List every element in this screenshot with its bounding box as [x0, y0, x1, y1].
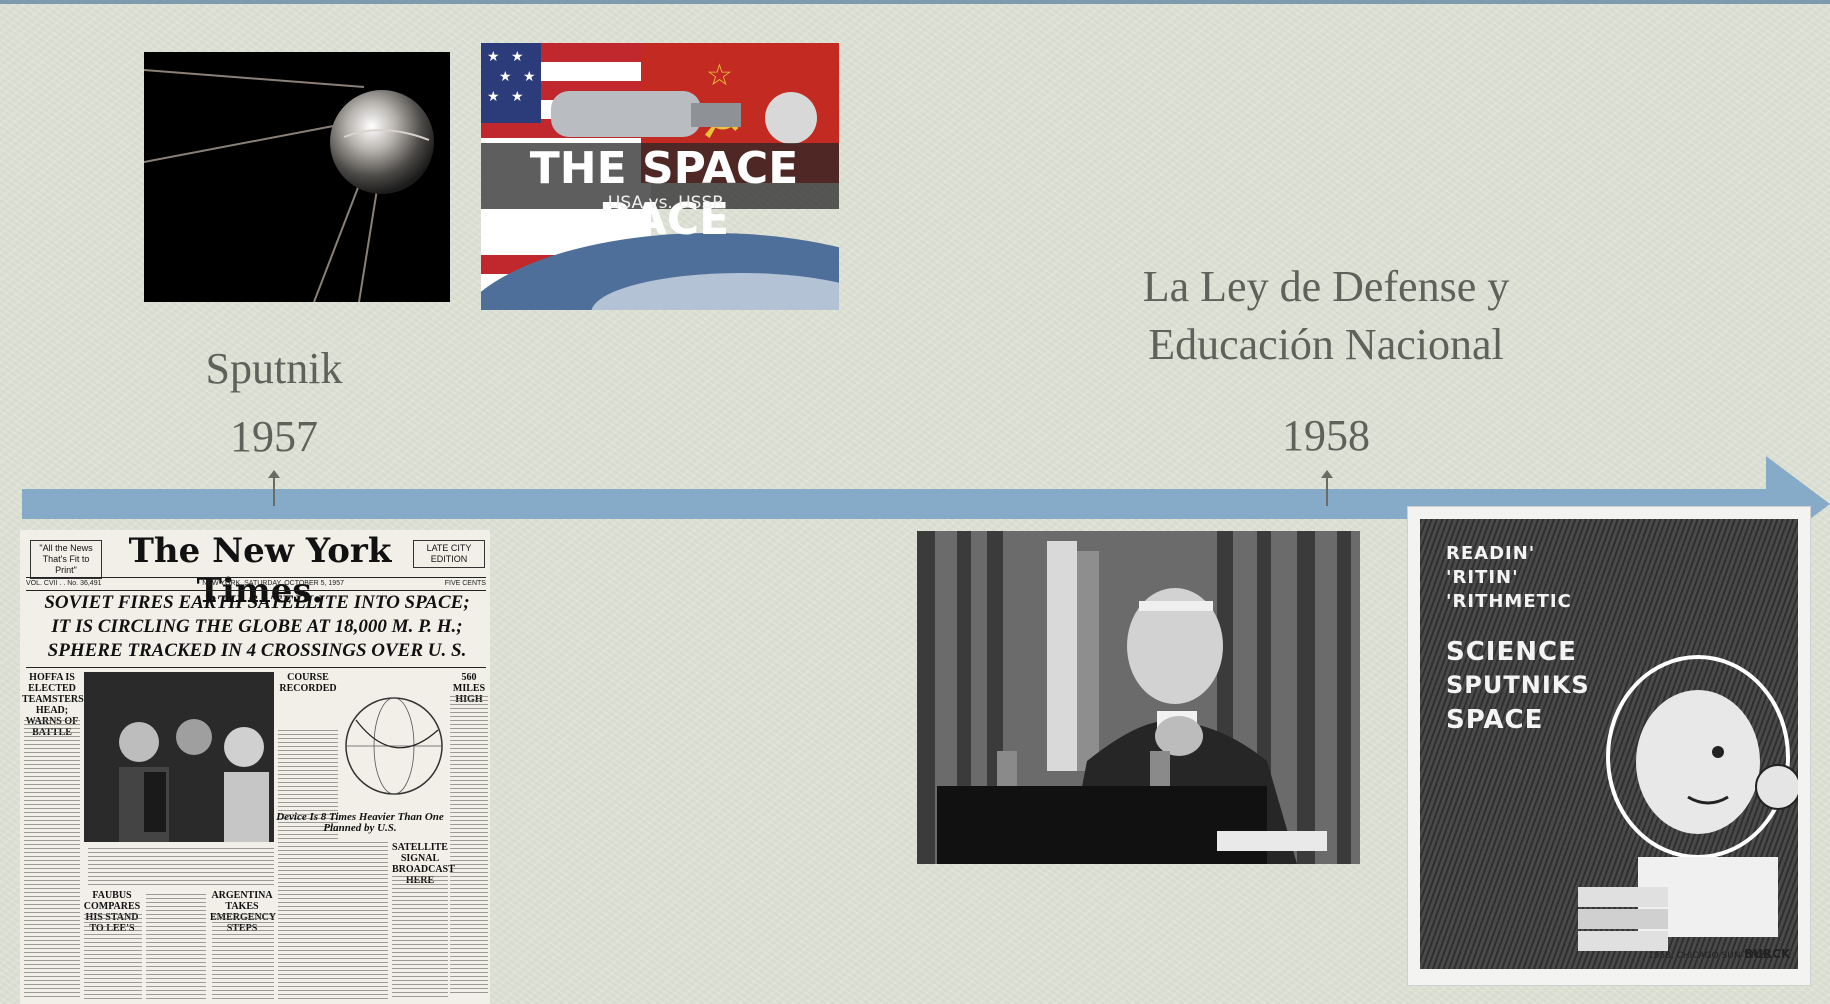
- svg-text:★: ★: [499, 69, 512, 85]
- space-race-image: ★★ ★★ ★★ ☆ ☭ THE SPACE RACE USA vs. USSR: [481, 43, 839, 310]
- ndea-year: 1958: [1282, 411, 1370, 460]
- ndea-title: La Ley de Defense y Educación Nacional: [1143, 258, 1509, 374]
- ndea-title-line1: La Ley de Defense y: [1142, 262, 1510, 311]
- svg-text:★: ★: [523, 69, 536, 85]
- cartoon-signature: BURCK: [1744, 947, 1791, 961]
- cartoon-line-5: SPUTNIKS: [1446, 671, 1590, 699]
- subhead-device: Device Is 8 Times Heavier Than One Plann…: [276, 811, 444, 834]
- dateline-right: FIVE CENTS: [444, 580, 486, 587]
- sputnik-image: [144, 52, 450, 302]
- cartoon-line-3: 'RITHMETIC: [1446, 591, 1572, 612]
- newspaper-globe-map: [342, 680, 446, 810]
- svg-text:☆: ☆: [706, 58, 733, 93]
- svg-text:★: ★: [511, 49, 524, 65]
- dateline-center: NEW YORK, SATURDAY, OCTOBER 5, 1957: [202, 580, 344, 587]
- newspaper-image: "All the News That's Fit to Print" The N…: [20, 530, 490, 1004]
- sputnik-year: 1957: [230, 412, 318, 461]
- cartoon-image: READIN' 'RITIN' 'RITHMETIC SCIENCE SPUTN…: [1407, 506, 1811, 986]
- cartoon-line-4: SCIENCE: [1446, 637, 1577, 667]
- cartoon-line-1: READIN': [1446, 543, 1536, 564]
- headline-2: IT IS CIRCLING THE GLOBE AT 18,000 M. P.…: [51, 616, 463, 637]
- newspaper-photo: [84, 672, 274, 842]
- dateline-left: VOL. CVII . . No. 36,491: [26, 580, 102, 587]
- svg-text:★: ★: [487, 49, 500, 65]
- sputnik-title: Sputnik: [205, 344, 343, 393]
- ndea-title-line2: Educación Nacional: [1148, 320, 1504, 369]
- headline-3: SPHERE TRACKED IN 4 CROSSINGS OVER U. S.: [47, 640, 467, 661]
- eisenhower-photo: [917, 531, 1360, 864]
- top-border: [0, 0, 1830, 4]
- svg-text:★: ★: [487, 89, 500, 105]
- cartoon-boy-figure: [1578, 655, 1798, 951]
- newspaper-dateline: VOL. CVII . . No. 36,491 NEW YORK, SATUR…: [26, 580, 486, 587]
- space-race-subtitle: USA vs. USSR: [607, 193, 725, 213]
- newspaper-ear-left: "All the News That's Fit to Print": [30, 540, 102, 579]
- tick-1957: [268, 470, 280, 506]
- svg-text:★: ★: [511, 89, 524, 105]
- tick-1958: [1321, 470, 1333, 506]
- newspaper-ear-right: LATE CITY EDITION: [413, 540, 485, 568]
- cartoon-line-6: SPACE: [1446, 705, 1544, 735]
- cartoon-line-2: 'RITIN': [1446, 567, 1519, 588]
- headline-1: SOVIET FIRES EARTH SATELLITE INTO SPACE;: [44, 592, 470, 613]
- subhead-course: COURSE RECORDED: [279, 672, 337, 694]
